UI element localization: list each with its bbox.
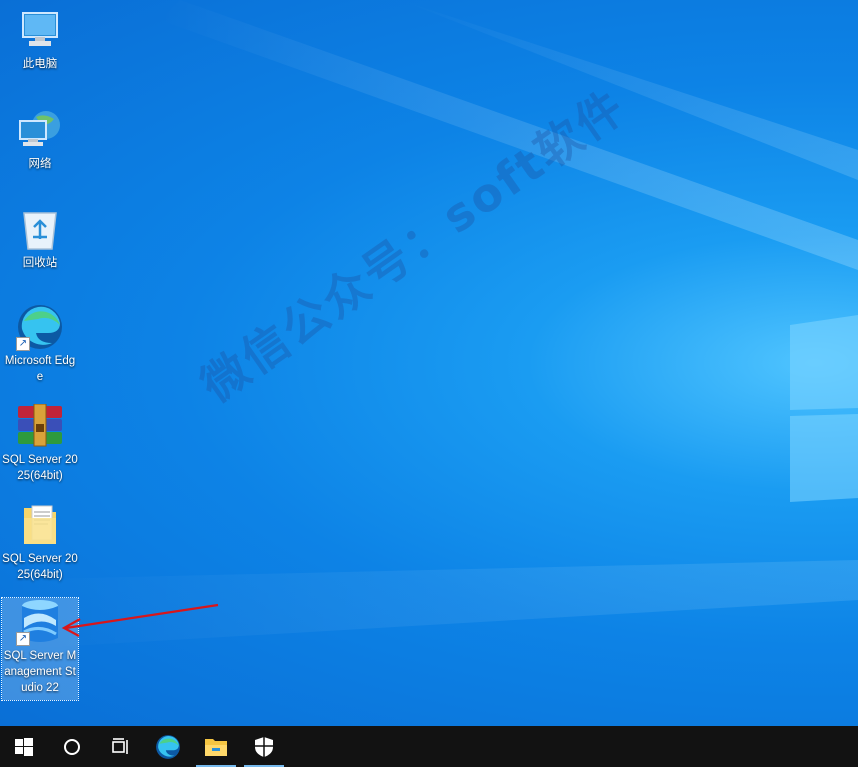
taskbar-file-explorer[interactable]: [192, 726, 240, 767]
desktop[interactable]: 微信公众号：soft软件 此电脑 网络 回收站 ↗ Microsoft Edge…: [0, 0, 858, 726]
wallpaper-beams: [0, 0, 858, 650]
start-icon: [15, 737, 33, 756]
desktop-icon-this-pc[interactable]: 此电脑: [2, 6, 78, 72]
annotation-arrow: [61, 603, 219, 637]
security-icon: [255, 736, 273, 757]
taskbar: [0, 726, 858, 767]
taskbar-security[interactable]: [240, 726, 288, 767]
edge-icon: ↗: [16, 303, 64, 351]
taskbar-edge[interactable]: [144, 726, 192, 767]
folder-icon: [16, 501, 64, 549]
edge-icon: [156, 734, 180, 759]
winrar-archive-icon: [16, 402, 64, 450]
ssms-icon: ↗: [16, 598, 64, 646]
search-button[interactable]: [48, 726, 96, 767]
shortcut-arrow-icon: ↗: [16, 337, 30, 351]
computer-icon: [16, 6, 64, 54]
task-view-icon: [112, 737, 128, 754]
start-button[interactable]: [0, 726, 48, 767]
desktop-icon-ssms[interactable]: ↗ SQL Server Management Studio 22: [1, 597, 79, 701]
recycle-bin-icon: [16, 205, 64, 253]
shortcut-arrow-icon: ↗: [16, 632, 30, 646]
file-explorer-icon: [205, 738, 227, 756]
desktop-icon-sql-server-archive[interactable]: SQL Server 2025(64bit): [2, 402, 78, 484]
search-icon: [64, 738, 80, 755]
desktop-icon-sql-server-folder[interactable]: SQL Server 2025(64bit): [2, 501, 78, 583]
network-icon: [16, 106, 64, 154]
watermark: 微信公众号：soft软件: [191, 78, 636, 413]
desktop-icon-network[interactable]: 网络: [2, 106, 78, 172]
task-view-button[interactable]: [96, 726, 144, 767]
desktop-icon-recycle-bin[interactable]: 回收站: [2, 205, 78, 271]
desktop-icon-edge[interactable]: ↗ Microsoft Edge: [2, 303, 78, 385]
